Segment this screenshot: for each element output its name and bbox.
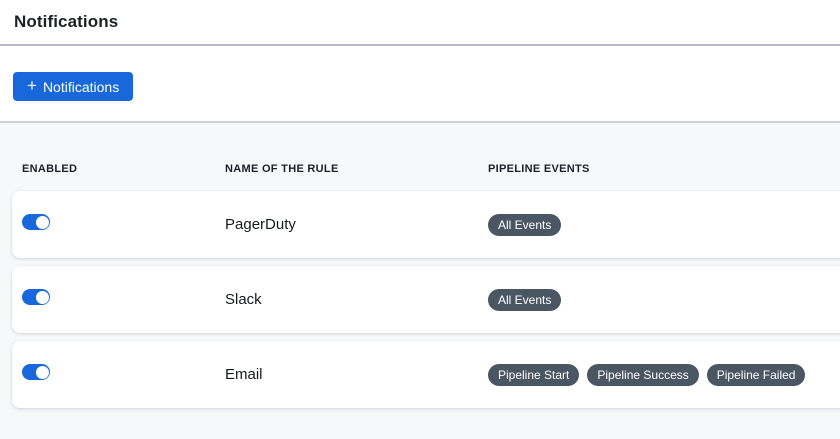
column-header-enabled: ENABLED [22,163,225,175]
toggle-knob [36,366,49,379]
column-header-pipeline-events: PIPELINE EVENTS [488,163,840,175]
add-notification-button[interactable]: + Notifications [13,72,133,101]
enabled-cell [22,214,225,235]
enabled-toggle[interactable] [22,289,50,305]
table-row: Slack All Events [12,266,840,333]
table-header-row: ENABLED NAME OF THE RULE PIPELINE EVENTS [0,163,840,175]
pipeline-events: All Events [488,214,840,236]
rule-name: PagerDuty [225,216,488,233]
notifications-table: ENABLED NAME OF THE RULE PIPELINE EVENTS… [0,121,840,439]
toolbar: + Notifications [0,46,840,121]
page-title: Notifications [14,12,840,32]
column-header-name: NAME OF THE RULE [225,163,488,175]
table-row: PagerDuty All Events [12,191,840,258]
rule-name: Slack [225,291,488,308]
enabled-cell [22,289,225,310]
enabled-cell [22,364,225,385]
pipeline-event-badge: Pipeline Start [488,364,579,386]
page-header: Notifications [0,0,840,46]
pipeline-events: All Events [488,289,840,311]
rule-name: Email [225,366,488,383]
pipeline-event-badge: Pipeline Success [587,364,698,386]
pipeline-event-badge: All Events [488,214,561,236]
enabled-toggle[interactable] [22,214,50,230]
toggle-knob [36,216,49,229]
toggle-knob [36,291,49,304]
enabled-toggle[interactable] [22,364,50,380]
pipeline-event-badge: Pipeline Failed [707,364,806,386]
plus-icon: + [27,77,37,94]
add-notification-button-label: Notifications [43,79,119,95]
pipeline-event-badge: All Events [488,289,561,311]
rules-table-body: PagerDuty All Events Slack All Events Em… [0,191,840,408]
table-row: Email Pipeline StartPipeline SuccessPipe… [12,341,840,408]
pipeline-events: Pipeline Start Pipeline Success Pipeline F… [488,364,840,386]
